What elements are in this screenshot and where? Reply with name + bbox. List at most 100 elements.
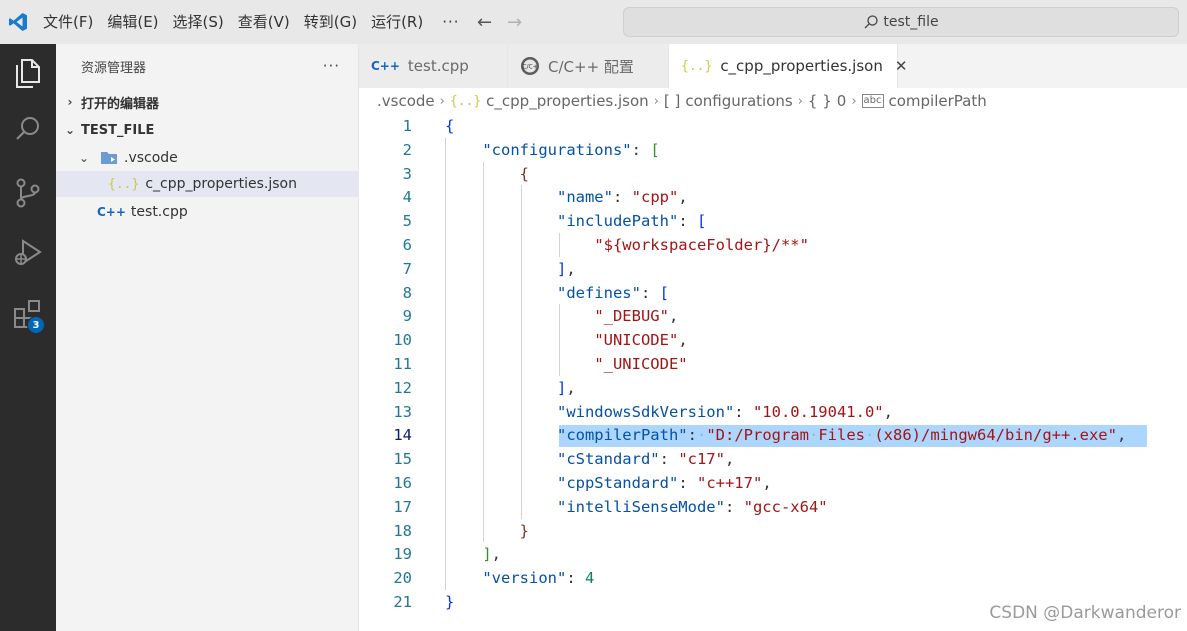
tab-label: test.cpp (407, 57, 469, 75)
code-line-selected: "compilerPath":·"D:/Program·Files·(x86)/… (556, 426, 1127, 444)
code-line: } (519, 522, 529, 540)
code-line: ], (556, 260, 576, 278)
json-file-icon: {..} (449, 93, 482, 109)
run-debug-icon[interactable] (0, 229, 56, 277)
code-line: "_UNICODE" (594, 355, 688, 373)
code-line: "version": 4 (482, 569, 595, 587)
back-arrow-icon[interactable]: ← (470, 12, 500, 33)
code-line: "includePath": [ (556, 212, 707, 230)
line-number: 13 (393, 403, 412, 421)
breadcrumb-index[interactable]: 0 (837, 92, 847, 110)
line-number: 12 (393, 379, 412, 397)
tree-item-c-cpp-properties[interactable]: {..} c_cpp_properties.json (56, 171, 359, 197)
menu-view[interactable]: 查看(V) (231, 0, 297, 44)
search-text: test_file (883, 14, 939, 30)
code-line: "windowsSdkVersion": "10.0.19041.0", (556, 403, 893, 421)
chevron-right-icon: › (439, 93, 445, 109)
code-line: "configurations": [ (482, 141, 660, 159)
line-number: 16 (393, 474, 412, 492)
line-number: 7 (402, 260, 412, 278)
line-number: 20 (393, 569, 412, 587)
cpp-file-icon: C++ (97, 205, 126, 219)
menu-edit[interactable]: 编辑(E) (100, 0, 165, 44)
line-number: 17 (393, 498, 412, 516)
search-icon[interactable] (0, 105, 56, 153)
tab-label: C/C++ 配置 (548, 57, 634, 76)
json-file-icon: {..} (681, 58, 713, 74)
tab-cpp-config[interactable]: C/C+ C/C++ 配置 (508, 44, 669, 88)
svg-text:C/C+: C/C+ (522, 64, 537, 71)
menu-more-button[interactable]: ··· (430, 13, 469, 31)
code-line: "cppStandard": "c++17", (556, 474, 772, 492)
tree-item-test-cpp[interactable]: C++ test.cpp (56, 199, 359, 225)
code-line: "cStandard": "c17", (556, 450, 735, 468)
explorer-title: 资源管理器 (81, 60, 147, 76)
code-line: "${workspaceFolder}/**" (594, 236, 809, 254)
code-line: "name": "cpp", (556, 188, 688, 206)
extensions-icon[interactable]: 3 (0, 290, 56, 338)
breadcrumb-folder[interactable]: .vscode (377, 92, 435, 110)
vscode-folder-icon (100, 151, 118, 165)
line-number: 11 (393, 355, 412, 373)
cpp-file-icon: C++ (371, 59, 400, 73)
cpp-extension-icon: C/C+ (520, 56, 540, 76)
activity-bar: 3 (0, 44, 56, 631)
line-number: 5 (402, 212, 412, 230)
menu-run[interactable]: 运行(R) (364, 0, 430, 44)
search-icon (864, 15, 879, 29)
line-number: 1 (402, 117, 412, 135)
code-line: { (445, 117, 455, 135)
json-file-label: c_cpp_properties.json (145, 176, 297, 192)
close-icon[interactable]: ✕ (895, 57, 908, 75)
extensions-badge: 3 (27, 316, 45, 334)
line-number: 18 (393, 522, 412, 540)
chevron-right-icon: › (67, 95, 73, 109)
breadcrumb-prop[interactable]: compilerPath (889, 92, 987, 110)
tab-label: c_cpp_properties.json (720, 57, 883, 75)
open-editors-section[interactable]: › 打开的编辑器 (56, 89, 359, 115)
code-line: "defines": [ (556, 284, 669, 302)
string-property-icon: abc (861, 94, 884, 108)
menu-bar: 文件(F) 编辑(E) 选择(S) 查看(V) 转到(G) 运行(R) ··· (36, 0, 470, 44)
editor-tabs: C++ test.cpp C/C+ C/C++ 配置 {..} c_cpp_pr… (359, 44, 1187, 88)
code-line: "UNICODE", (594, 331, 688, 349)
breadcrumb-array[interactable]: configurations (685, 92, 792, 110)
cpp-file-label: test.cpp (130, 204, 188, 220)
chevron-right-icon: › (653, 93, 659, 109)
chevron-down-icon: ⌄ (64, 123, 76, 137)
line-number: 9 (402, 307, 412, 325)
open-editors-label: 打开的编辑器 (81, 96, 160, 112)
line-number: 10 (393, 331, 412, 349)
line-number: 8 (402, 284, 412, 302)
forward-arrow-icon[interactable]: → (500, 12, 530, 33)
line-number-current: 14 (393, 426, 412, 444)
source-control-icon[interactable] (0, 169, 56, 217)
code-line: "_DEBUG", (594, 307, 679, 325)
tab-test-cpp[interactable]: C++ test.cpp (359, 44, 508, 88)
breadcrumb-file[interactable]: c_cpp_properties.json (486, 92, 649, 110)
code-line: } (445, 593, 455, 611)
menu-file[interactable]: 文件(F) (36, 0, 100, 44)
array-icon: [ ] (663, 92, 681, 110)
folder-section-test-file[interactable]: ⌄ TEST_FILE (56, 117, 359, 143)
menu-selection[interactable]: 选择(S) (166, 0, 231, 44)
tree-item-vscode-folder[interactable]: ⌄ .vscode (56, 145, 359, 171)
explorer-icon[interactable] (0, 49, 56, 97)
code-line: "intelliSenseMode": "gcc-x64" (556, 498, 828, 516)
explorer-header: 资源管理器 ··· (56, 44, 358, 88)
json-file-icon: {..} (108, 176, 140, 192)
line-number: 2 (402, 141, 412, 159)
menu-go[interactable]: 转到(G) (297, 0, 364, 44)
chevron-down-icon: ⌄ (78, 151, 90, 165)
command-center-search[interactable]: test_file (623, 7, 1179, 37)
tab-c-cpp-properties[interactable]: {..} c_cpp_properties.json ✕ (669, 44, 907, 88)
chevron-right-icon: › (797, 93, 803, 109)
explorer-more-button[interactable]: ··· (323, 57, 340, 75)
line-number: 19 (393, 545, 412, 563)
breadcrumb: .vscode › {..} c_cpp_properties.json › [… (359, 88, 1187, 114)
code-editor[interactable]: 1 2 3 4 5 6 7 8 9 10 11 12 13 14 15 16 1… (359, 114, 1187, 631)
folder-label: TEST_FILE (81, 122, 155, 138)
line-number: 3 (402, 165, 412, 183)
title-bar: 文件(F) 编辑(E) 选择(S) 查看(V) 转到(G) 运行(R) ··· … (0, 0, 1187, 44)
vscode-logo-icon (0, 0, 36, 44)
